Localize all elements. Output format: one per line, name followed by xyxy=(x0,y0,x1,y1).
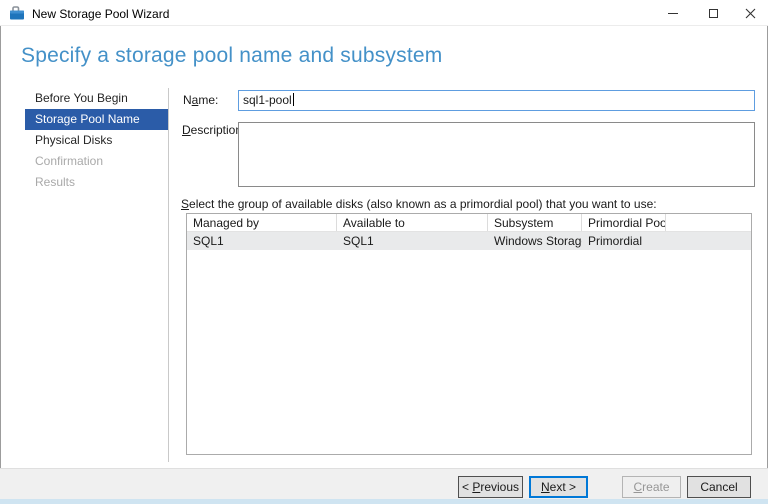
sidebar-item-storage-pool-name[interactable]: Storage Pool Name xyxy=(25,109,168,130)
minimize-icon xyxy=(668,13,678,14)
cell-subsystem: Windows Storage xyxy=(488,232,582,250)
table-row[interactable]: SQL1 SQL1 Windows Storage Primordial xyxy=(187,232,751,250)
cancel-button[interactable]: Cancel xyxy=(687,476,751,498)
column-header-filler xyxy=(666,214,751,231)
column-header-subsystem[interactable]: Subsystem xyxy=(488,214,582,231)
name-input-value: sql1-pool xyxy=(243,93,292,107)
title-bar: New Storage Pool Wizard xyxy=(0,0,768,26)
create-button: Create xyxy=(622,476,681,498)
cell-primordial-pool: Primordial xyxy=(582,232,666,250)
close-button[interactable] xyxy=(733,0,768,26)
column-header-managed-by[interactable]: Managed by xyxy=(187,214,337,231)
previous-button[interactable]: < Previous xyxy=(458,476,523,498)
column-header-primordial-pool[interactable]: Primordial Pool xyxy=(582,214,666,231)
sidebar-item-physical-disks[interactable]: Physical Disks xyxy=(25,130,168,151)
wizard-steps-sidebar: Before You Begin Storage Pool Name Physi… xyxy=(25,88,168,193)
name-label: Name: xyxy=(183,93,218,107)
page-title: Specify a storage pool name and subsyste… xyxy=(21,44,442,68)
next-button[interactable]: Next > xyxy=(529,476,588,498)
text-cursor xyxy=(293,93,294,106)
sidebar-divider xyxy=(168,88,169,462)
storage-pool-wizard-icon xyxy=(9,5,25,21)
bottom-edge-strip xyxy=(0,499,768,504)
maximize-button[interactable] xyxy=(693,0,733,26)
window-title: New Storage Pool Wizard xyxy=(32,7,169,21)
cell-managed-by: SQL1 xyxy=(187,232,337,250)
table-header-row: Managed by Available to Subsystem Primor… xyxy=(187,214,751,232)
name-input[interactable]: sql1-pool xyxy=(238,90,755,111)
column-header-available-to[interactable]: Available to xyxy=(337,214,488,231)
sidebar-item-confirmation: Confirmation xyxy=(25,151,168,172)
close-icon xyxy=(745,8,756,19)
primordial-pool-table: Managed by Available to Subsystem Primor… xyxy=(186,213,752,455)
primordial-pool-select-label: Select the group of available disks (als… xyxy=(181,197,657,211)
sidebar-item-results: Results xyxy=(25,172,168,193)
description-label: Description: xyxy=(182,123,245,137)
cell-available-to: SQL1 xyxy=(337,232,488,250)
description-input[interactable] xyxy=(238,122,755,187)
new-storage-pool-wizard-window: New Storage Pool Wizard Specify a storag… xyxy=(0,0,768,504)
maximize-icon xyxy=(709,9,718,18)
sidebar-item-before-you-begin[interactable]: Before You Begin xyxy=(25,88,168,109)
minimize-button[interactable] xyxy=(653,0,693,26)
wizard-footer: < Previous Next > Create Cancel xyxy=(0,468,768,499)
